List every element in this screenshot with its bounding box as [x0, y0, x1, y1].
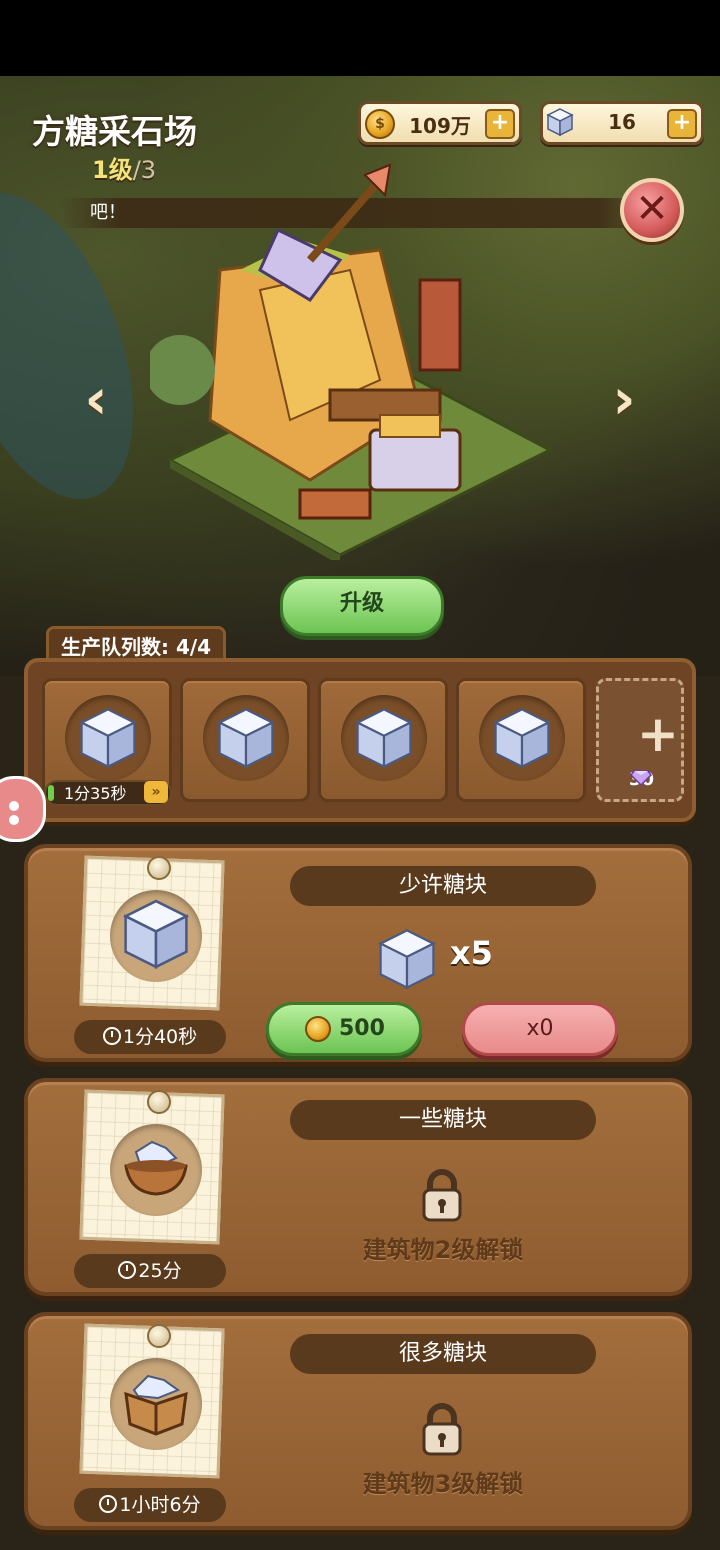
queue-progress-bar: [48, 785, 54, 801]
clock-icon: [102, 1027, 121, 1045]
speed-up-button[interactable]: »: [144, 781, 168, 803]
upgrade-button[interactable]: 升级: [280, 576, 444, 636]
sugar-cube-icon: [493, 708, 551, 769]
sugar-cube-icon: [355, 708, 413, 769]
sugar-quarry-building: [150, 163, 554, 560]
recipe-time: 1小时6分: [74, 1488, 226, 1522]
level-current: 1级: [92, 156, 133, 184]
sugar-cube-icon: [378, 929, 436, 990]
coin-counter: $ 109万 +: [358, 101, 522, 145]
building-title: 方糖采石场: [32, 112, 197, 151]
recipe-name: 很多糖块: [290, 1334, 596, 1374]
sugar-bowl-icon: [124, 1140, 188, 1196]
plus-icon: +: [637, 705, 679, 763]
sugar-cube-icon: [217, 708, 275, 769]
pin-icon: [147, 1324, 171, 1348]
prev-building-arrow[interactable]: ‹: [76, 370, 116, 430]
coin-icon: [305, 1016, 331, 1042]
recipe-card-large: 1小时6分 很多糖块 建筑物3级解锁: [24, 1312, 692, 1530]
sugar-crate-icon: [124, 1374, 188, 1436]
queue-slot-4[interactable]: [456, 678, 586, 802]
status-bar: [0, 0, 720, 76]
side-chat-button[interactable]: [0, 776, 46, 842]
queue-timer-text: 1分35秒: [64, 784, 127, 803]
add-coins-button[interactable]: +: [485, 109, 515, 139]
building-level: 1级/3: [92, 150, 156, 185]
buy-with-item-button[interactable]: x0: [462, 1002, 618, 1056]
unlock-requirement: 建筑物3级解锁: [362, 1470, 524, 1498]
pin-icon: [147, 1090, 171, 1114]
recipe-card-medium: 25分 一些糖块 建筑物2级解锁: [24, 1078, 692, 1296]
unlock-requirement: 建筑物2级解锁: [362, 1236, 524, 1264]
sugar-cube-icon: [79, 708, 137, 769]
diamond-icon: [630, 770, 652, 786]
add-sugar-button[interactable]: +: [667, 109, 697, 139]
close-button[interactable]: ✕: [620, 178, 684, 242]
recipe-time: 1分40秒: [74, 1020, 226, 1054]
yield-quantity: x5: [450, 934, 493, 972]
clock-icon: [99, 1495, 118, 1513]
recipe-name: 一些糖块: [290, 1100, 596, 1140]
pin-icon: [147, 856, 171, 880]
lock-icon: [422, 1403, 462, 1456]
recipe-card-small: 1分40秒 少许糖块 x5 500 x0: [24, 844, 692, 1062]
sugar-cube-icon: [122, 899, 190, 969]
queue-slot-3[interactable]: [318, 678, 448, 802]
lock-icon: [422, 1169, 462, 1222]
recipe-yield: x5: [374, 926, 574, 990]
recipe-name: 少许糖块: [290, 866, 596, 906]
recipe-time: 25分: [74, 1254, 226, 1288]
queue-slot-2[interactable]: [180, 678, 310, 802]
sugar-counter: 16 +: [540, 101, 704, 145]
clock-icon: [118, 1261, 137, 1279]
buy-with-coins-button[interactable]: 500: [266, 1002, 422, 1056]
next-building-arrow[interactable]: ›: [604, 370, 644, 430]
